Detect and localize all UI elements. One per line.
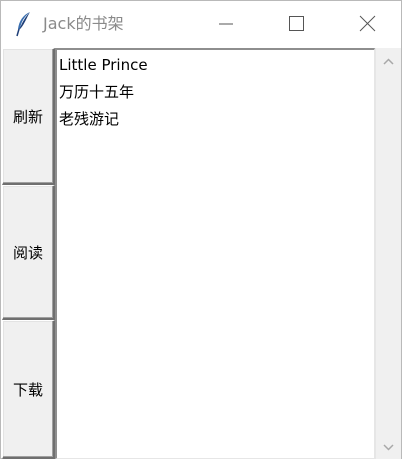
close-icon bbox=[359, 15, 376, 32]
download-button[interactable]: 下载 bbox=[2, 320, 55, 459]
refresh-button[interactable]: 刷新 bbox=[2, 48, 55, 185]
chevron-up-icon bbox=[383, 58, 394, 65]
maximize-button[interactable] bbox=[273, 1, 319, 47]
title-bar[interactable]: Jack的书架 bbox=[1, 1, 401, 47]
app-window: Jack的书架 刷新 阅读 下载 Little Prince 万历十五年 老残游记 bbox=[0, 0, 402, 459]
list-item[interactable]: Little Prince bbox=[57, 52, 374, 79]
book-list: Little Prince 万历十五年 老残游记 bbox=[57, 50, 374, 133]
maximize-icon bbox=[289, 16, 304, 31]
list-item[interactable]: 老残游记 bbox=[57, 106, 374, 133]
scroll-down-button[interactable] bbox=[376, 437, 401, 457]
close-button[interactable] bbox=[344, 1, 390, 47]
read-button[interactable]: 阅读 bbox=[2, 185, 55, 320]
scroll-track[interactable] bbox=[376, 72, 401, 437]
feather-icon bbox=[15, 11, 33, 37]
list-item[interactable]: 万历十五年 bbox=[57, 79, 374, 106]
scroll-up-button[interactable] bbox=[376, 52, 401, 72]
minimize-dash bbox=[219, 23, 233, 25]
book-listbox[interactable]: Little Prince 万历十五年 老残游记 bbox=[55, 48, 375, 459]
chevron-down-icon bbox=[383, 444, 394, 451]
vertical-scrollbar[interactable] bbox=[375, 48, 401, 459]
window-title: Jack的书架 bbox=[43, 14, 124, 33]
